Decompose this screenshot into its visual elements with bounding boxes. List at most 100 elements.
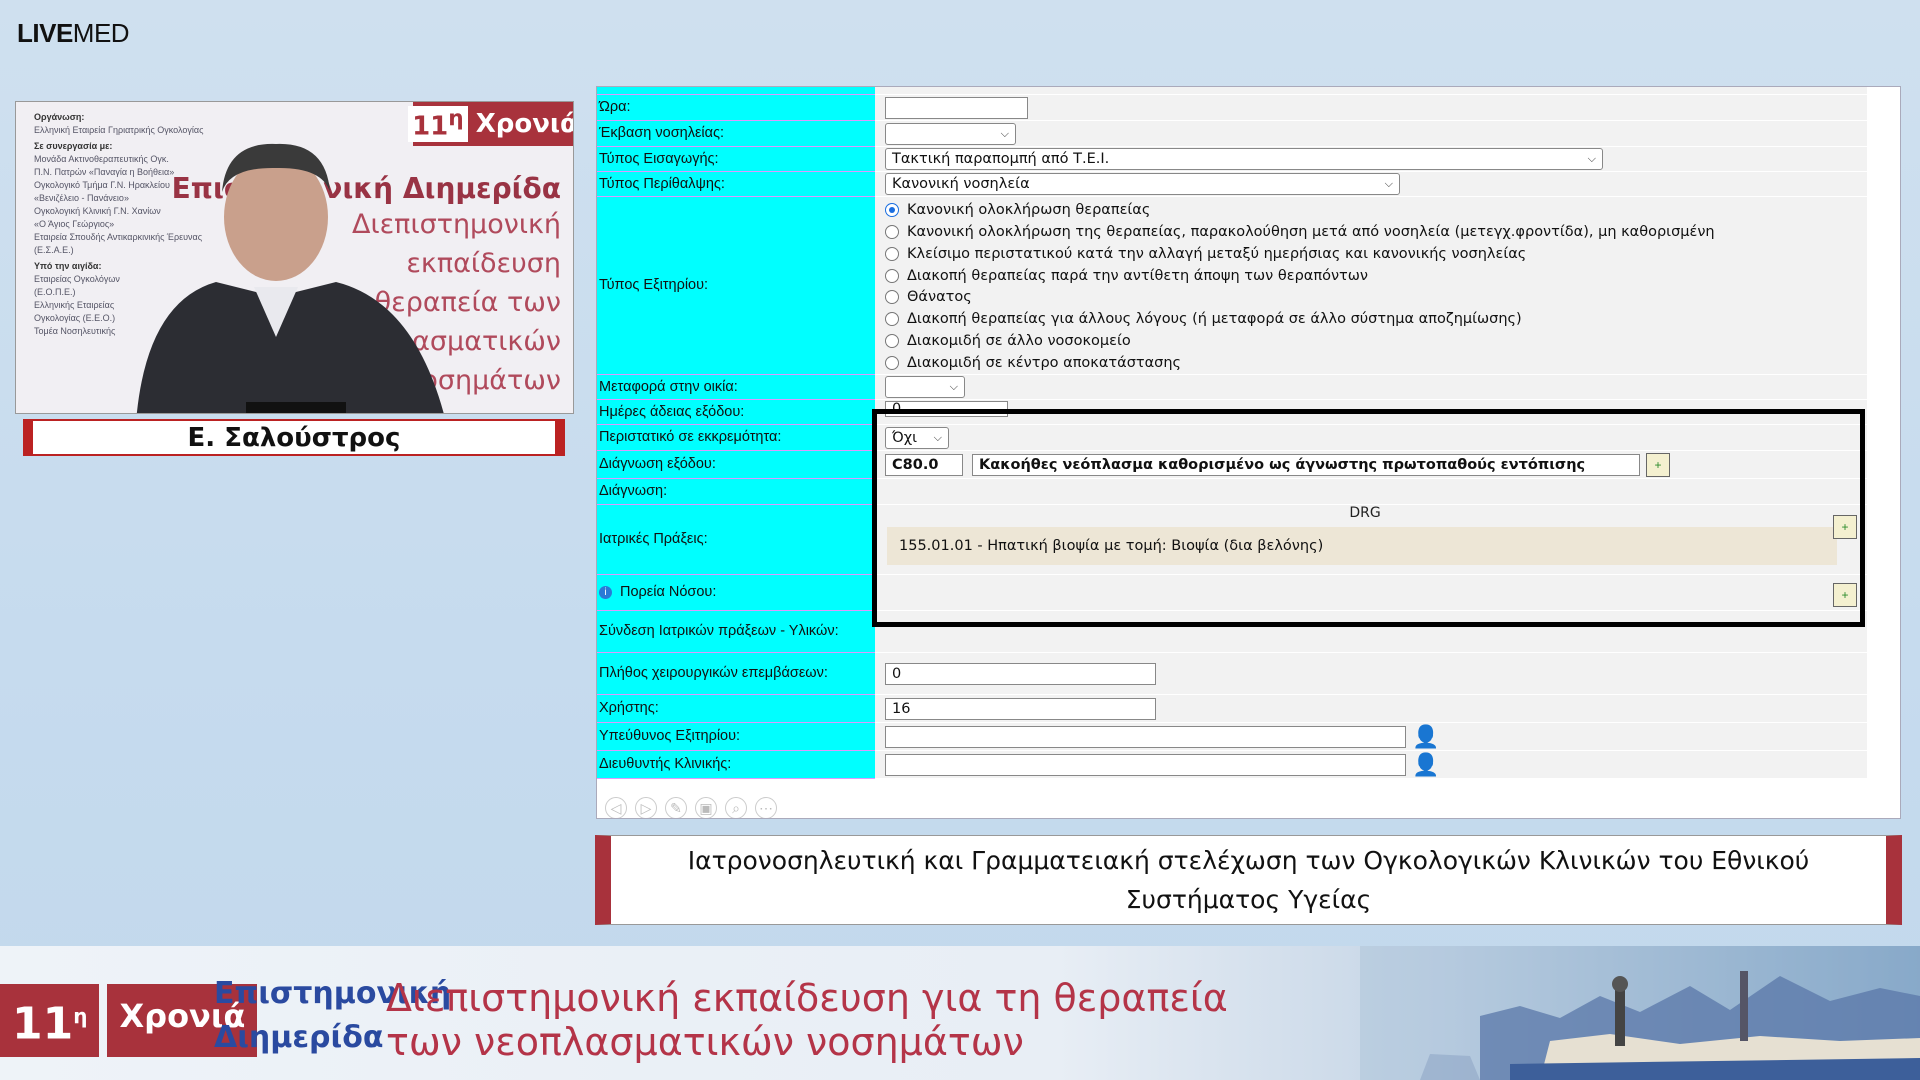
form-row-partial: [597, 87, 1867, 95]
exit-option[interactable]: Διακομιδή σε κέντρο αποκατάστασης: [885, 352, 1181, 374]
exit-option[interactable]: Διακοπή θεραπείας για άλλους λόγους (ή μ…: [885, 308, 1522, 330]
home-transport-select[interactable]: ⌵: [885, 376, 965, 398]
exit-option-label: Κλείσιμο περιστατικού κατά την αλλαγή με…: [907, 245, 1527, 262]
label-pending: Περιστατικό σε εκκρεμότητα:: [597, 425, 875, 451]
value-clinic-director: 👤: [875, 751, 1867, 779]
value-user: 16: [875, 695, 1867, 723]
value-outcome: ⌵: [875, 121, 1867, 147]
form-value-partial: [875, 87, 1867, 95]
label-admission-type: Τύπος Εισαγωγής:: [597, 147, 875, 172]
row-home-transport: Μεταφορά στην οικία: ⌵: [597, 375, 1867, 400]
row-exit-responsible: Υπεύθυνος Εξιτηρίου: 👤: [597, 723, 1867, 751]
form-label-partial: [597, 87, 875, 95]
exit-option-label: Θάνατος: [907, 289, 972, 306]
more-icon[interactable]: ⋯: [755, 797, 777, 818]
label-home-transport: Μεταφορά στην οικία:: [597, 375, 875, 400]
label-diagnosis: Διάγνωση:: [597, 479, 875, 505]
row-user: Χρήστης: 16: [597, 695, 1867, 723]
badge-word: Χρονιά: [475, 109, 574, 139]
label-outcome: Έκβαση νοσηλείας:: [597, 121, 875, 147]
banner-sup: η: [73, 1004, 88, 1028]
row-outcome: Έκβαση νοσηλείας: ⌵: [597, 121, 1867, 147]
edit-icon[interactable]: ✎: [665, 797, 687, 818]
radio-icon[interactable]: [885, 290, 899, 305]
print-icon[interactable]: ▣: [695, 797, 717, 818]
radio-icon[interactable]: [885, 356, 899, 371]
exit-option[interactable]: Διακοπή θεραπείας παρά την αντίθετη άποψ…: [885, 265, 1368, 287]
radio-icon[interactable]: [885, 312, 899, 327]
chevron-down-icon: ⌵: [1384, 177, 1393, 190]
exit-option[interactable]: Κανονική ολοκλήρωση θεραπείας: [885, 199, 1150, 221]
value-exit-responsible: 👤: [875, 723, 1867, 751]
highlight-rectangle: [872, 409, 1865, 627]
slide-caption: Ιατρονοσηλευτική και Γραμματειακή στελέχ…: [595, 835, 1902, 925]
livemed-logo: LIVEMED: [17, 18, 130, 49]
care-type-select[interactable]: Κανονική νοσηλεία ⌵: [885, 173, 1400, 195]
speaker-name: Ε. Σαλούστρος: [23, 419, 565, 456]
exit-responsible-input[interactable]: [885, 725, 1406, 748]
form-toolbar: ◁ ▷ ✎ ▣ ⌕ ⋯: [605, 797, 777, 818]
label-exit-responsible: Υπεύθυνος Εξιτηρίου:: [597, 723, 875, 751]
row-clinic-director: Διευθυντής Κλινικής: 👤: [597, 751, 1867, 779]
label-care-type: Τύπος Περίθαλψης:: [597, 172, 875, 197]
label-disease-course: i Πορεία Νόσου:: [597, 575, 875, 611]
radio-icon[interactable]: [885, 334, 899, 349]
radio-checked-icon[interactable]: [885, 202, 899, 217]
chevron-down-icon: ⌵: [1000, 126, 1009, 140]
zoom-icon[interactable]: ⌕: [725, 797, 747, 818]
radio-icon[interactable]: [885, 224, 899, 239]
user-add-icon[interactable]: 👤: [1412, 724, 1439, 750]
user-add-icon[interactable]: 👤: [1412, 752, 1439, 778]
user-input[interactable]: 16: [885, 697, 1156, 720]
exit-option[interactable]: Κανονική ολοκλήρωση της θεραπείας, παρακ…: [885, 221, 1715, 243]
value-admission-type: Τακτική παραπομπή από Τ.Ε.Ι. ⌵: [875, 147, 1867, 172]
admission-type-select[interactable]: Τακτική παραπομπή από Τ.Ε.Ι. ⌵: [885, 148, 1603, 170]
forward-icon[interactable]: ▷: [635, 797, 657, 818]
exit-option-label: Διακομιδή σε άλλο νοσοκομείο: [907, 333, 1131, 350]
banner-line2: των νεοπλασματικών νοσημάτων: [386, 1020, 1024, 1064]
exit-option[interactable]: Κλείσιμο περιστατικού κατά την αλλαγή με…: [885, 243, 1526, 265]
care-type-value: Κανονική νοσηλεία: [892, 176, 1030, 192]
admission-type-value: Τακτική παραπομπή από Τ.Ε.Ι.: [892, 151, 1110, 167]
value-time: [875, 95, 1867, 121]
user-value: 16: [892, 700, 911, 717]
radio-icon[interactable]: [885, 268, 899, 283]
value-surgeries: 0: [875, 653, 1867, 695]
logo-live: LIVE: [17, 18, 73, 48]
chevron-down-icon: ⌵: [949, 380, 958, 393]
exit-option[interactable]: Θάνατος: [885, 287, 972, 309]
label-user: Χρήστης:: [597, 695, 875, 723]
banner-title: Διεπιστημονική εκπαίδευση για τη θεραπεί…: [386, 976, 1228, 1064]
surgeries-value: 0: [892, 665, 902, 682]
exit-option[interactable]: Διακομιδή σε άλλο νοσοκομείο: [885, 330, 1131, 352]
banner-number: 11η: [0, 984, 100, 1057]
label-procedures: Ιατρικές Πράξεις:: [597, 505, 875, 575]
exit-option-label: Διακομιδή σε κέντρο αποκατάστασης: [907, 355, 1182, 372]
speaker-video: Οργάνωση: Ελληνική Εταιρεία Γηριατρικής …: [15, 101, 574, 414]
row-admission-type: Τύπος Εισαγωγής: Τακτική παραπομπή από Τ…: [597, 147, 1867, 172]
banner-num: 11: [12, 998, 74, 1050]
info-icon: i: [599, 586, 612, 599]
label-time: Ώρα:: [597, 95, 875, 121]
chevron-down-icon: ⌵: [1587, 152, 1596, 165]
harbor-painting: [1360, 946, 1920, 1080]
row-time: Ώρα:: [597, 95, 1867, 121]
banner-line1: Διεπιστημονική εκπαίδευση για τη θεραπεί…: [386, 976, 1228, 1020]
bottom-banner: 11η Χρονιά Επιστημονική Διημερίδα Διεπισ…: [0, 946, 1920, 1080]
time-input[interactable]: [885, 96, 1028, 119]
radio-icon[interactable]: [885, 246, 899, 261]
exit-type-radios: Κανονική ολοκλήρωση θεραπείας Κανονική ο…: [875, 197, 1867, 375]
exit-option-label: Κανονική ολοκλήρωση της θεραπείας, παρακ…: [907, 223, 1715, 240]
surgeries-input[interactable]: 0: [885, 662, 1156, 685]
outcome-select[interactable]: ⌵: [885, 122, 1016, 145]
exit-option-label: Κανονική ολοκλήρωση θεραπείας: [907, 201, 1151, 218]
row-surgeries: Πλήθος χειρουργικών επεμβάσεων: 0: [597, 653, 1867, 695]
label-leave-days: Ημέρες άδειας εξόδου:: [597, 400, 875, 425]
back-icon[interactable]: ◁: [605, 797, 627, 818]
row-care-type: Τύπος Περίθαλψης: Κανονική νοσηλεία ⌵: [597, 172, 1867, 197]
label-surgeries: Πλήθος χειρουργικών επεμβάσεων:: [597, 653, 875, 695]
label-exit-diagnosis: Διάγνωση εξόδου:: [597, 451, 875, 479]
exit-option-label: Διακοπή θεραπείας παρά την αντίθετη άποψ…: [907, 267, 1369, 284]
clinic-director-input[interactable]: [885, 753, 1406, 776]
logo-med: MED: [72, 18, 130, 48]
